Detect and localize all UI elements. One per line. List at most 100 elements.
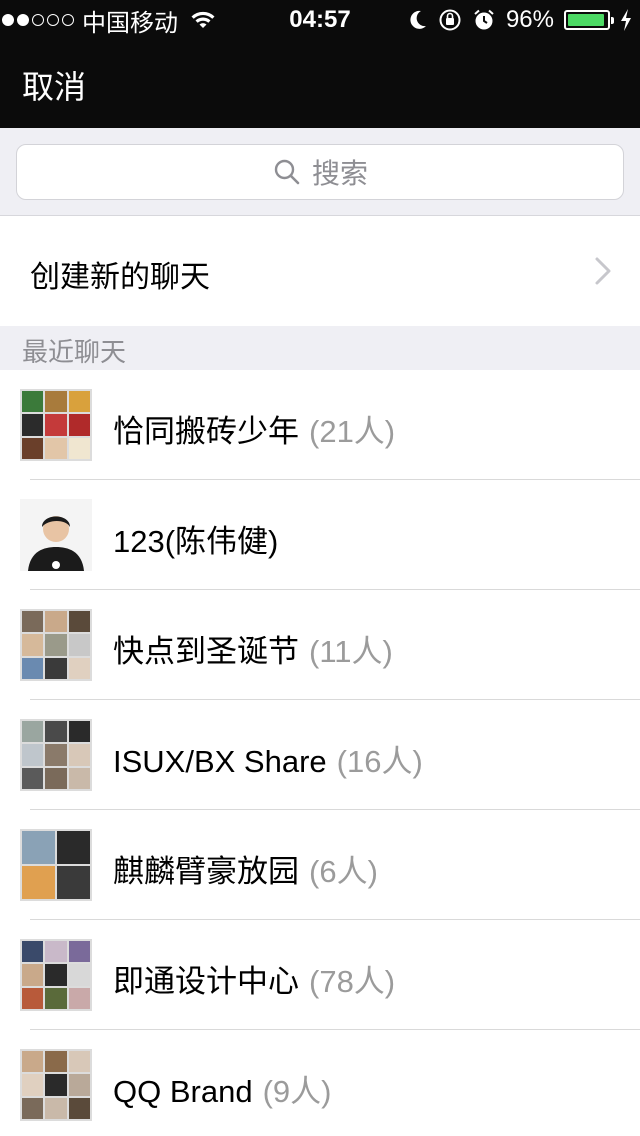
chat-title: 快点到圣诞节 (11人): [113, 626, 393, 671]
member-avatar-tile: [45, 611, 67, 633]
member-avatar-tile: [22, 1074, 44, 1096]
member-avatar-tile: [22, 721, 44, 743]
member-avatar-tile: [68, 391, 90, 413]
member-avatar-tile: [45, 987, 67, 1009]
chat-title: 恰同搬砖少年 (21人): [113, 406, 395, 451]
status-right: 96%: [408, 0, 632, 40]
avatar: [20, 499, 92, 571]
rotation-lock-icon: [439, 9, 461, 31]
chat-name: QQ Brand: [113, 1074, 253, 1109]
avatar: [20, 719, 92, 791]
group-avatar-grid: [20, 389, 92, 461]
chat-row[interactable]: 麒麟臂豪放园 (6人): [0, 810, 640, 920]
chat-row[interactable]: 快点到圣诞节 (11人): [0, 590, 640, 700]
member-avatar-tile: [22, 767, 44, 789]
search-input[interactable]: 搜索: [16, 144, 624, 200]
avatar: [20, 939, 92, 1011]
chat-name: ISUX/BX Share: [113, 744, 327, 779]
member-avatar-tile: [45, 1074, 67, 1096]
create-new-chat-label: 创建新的聊天: [30, 261, 210, 294]
avatar: [20, 389, 92, 461]
member-count: (9人): [262, 1074, 332, 1109]
avatar: [20, 829, 92, 901]
member-avatar-tile: [22, 391, 44, 413]
chat-title: ISUX/BX Share (16人): [113, 736, 423, 781]
search-placeholder: 搜索: [311, 158, 368, 189]
member-avatar-tile: [22, 1097, 44, 1119]
alarm-icon: [474, 9, 494, 30]
cancel-button[interactable]: 取消: [22, 62, 86, 108]
member-avatar-tile: [68, 1051, 90, 1073]
member-avatar-tile: [68, 987, 90, 1009]
member-count: (6人): [309, 854, 378, 889]
battery-percent: 96%: [505, 6, 554, 33]
battery-icon: [564, 10, 614, 30]
chat-name: 麒麟臂豪放园: [113, 854, 299, 889]
member-avatar-tile: [45, 1051, 67, 1073]
member-avatar-tile: [45, 414, 67, 436]
search-bar: 搜索: [0, 128, 640, 216]
member-avatar-tile: [45, 657, 67, 679]
group-avatar-grid: [20, 609, 92, 681]
member-avatar-tile: [45, 1097, 67, 1119]
create-new-chat-row[interactable]: 创建新的聊天: [0, 216, 640, 326]
status-bar: 中国移动 04:57 96%: [0, 0, 640, 40]
member-avatar-tile: [22, 437, 44, 459]
member-avatar-tile: [22, 987, 44, 1009]
member-avatar-tile: [68, 414, 90, 436]
chat-title: 即通设计中心 (78人): [113, 956, 395, 1001]
chat-row[interactable]: 即通设计中心 (78人): [0, 920, 640, 1030]
member-count: (11人): [309, 634, 393, 669]
member-avatar-tile: [22, 657, 44, 679]
member-avatar-tile: [68, 941, 90, 963]
chat-name: 即通设计中心: [113, 964, 299, 999]
member-avatar-tile: [68, 721, 90, 743]
chat-row[interactable]: 恰同搬砖少年 (21人): [0, 370, 640, 480]
member-avatar-tile: [45, 964, 67, 986]
member-avatar-tile: [68, 657, 90, 679]
member-avatar-tile: [22, 611, 44, 633]
chat-name: 恰同搬砖少年: [113, 414, 299, 449]
member-count: (16人): [336, 744, 423, 779]
chat-row[interactable]: ISUX/BX Share (16人): [0, 700, 640, 810]
member-avatar-tile: [68, 744, 90, 766]
member-avatar-tile: [45, 437, 67, 459]
chat-title: 123(陈伟健): [113, 516, 278, 561]
member-avatar-tile: [22, 414, 44, 436]
member-avatar-tile: [22, 634, 44, 656]
battery-nub: [611, 17, 614, 24]
member-avatar-tile: [68, 611, 90, 633]
group-avatar-grid: [20, 829, 92, 901]
chat-title: QQ Brand (9人): [113, 1066, 331, 1111]
avatar: [20, 609, 92, 681]
member-avatar-tile: [68, 767, 90, 789]
member-avatar-tile: [45, 767, 67, 789]
member-avatar-tile: [45, 721, 67, 743]
avatar: [20, 1049, 92, 1121]
chat-row[interactable]: 123(陈伟健): [0, 480, 640, 590]
member-avatar-tile: [68, 1074, 90, 1096]
member-avatar-tile: [45, 634, 67, 656]
member-avatar-tile: [45, 941, 67, 963]
charging-icon: [621, 9, 631, 31]
member-avatar-tile: [22, 744, 44, 766]
member-avatar-tile: [68, 437, 90, 459]
member-count: (21人): [309, 414, 396, 449]
member-avatar-tile: [45, 391, 67, 413]
member-avatar-tile: [45, 744, 67, 766]
member-avatar-tile: [22, 964, 44, 986]
group-avatar-grid: [20, 719, 92, 791]
navigation-bar: 取消: [0, 40, 640, 128]
member-avatar-tile: [57, 831, 90, 864]
search-icon: [274, 159, 300, 185]
recent-chats-list: 恰同搬砖少年 (21人) 123(陈伟健) 快点到圣诞节 (11人) ISUX/BX Sh…: [0, 370, 640, 1136]
group-avatar-grid: [20, 939, 92, 1011]
member-avatar-tile: [68, 634, 90, 656]
chat-name: 123(陈伟健): [113, 524, 279, 559]
battery-level: [568, 14, 605, 26]
member-avatar-tile: [68, 1097, 90, 1119]
member-avatar-tile: [57, 866, 90, 899]
avatar-photo: [20, 499, 92, 571]
recent-chats-header: 最近聊天: [0, 326, 640, 370]
chat-row[interactable]: QQ Brand (9人): [0, 1030, 640, 1136]
